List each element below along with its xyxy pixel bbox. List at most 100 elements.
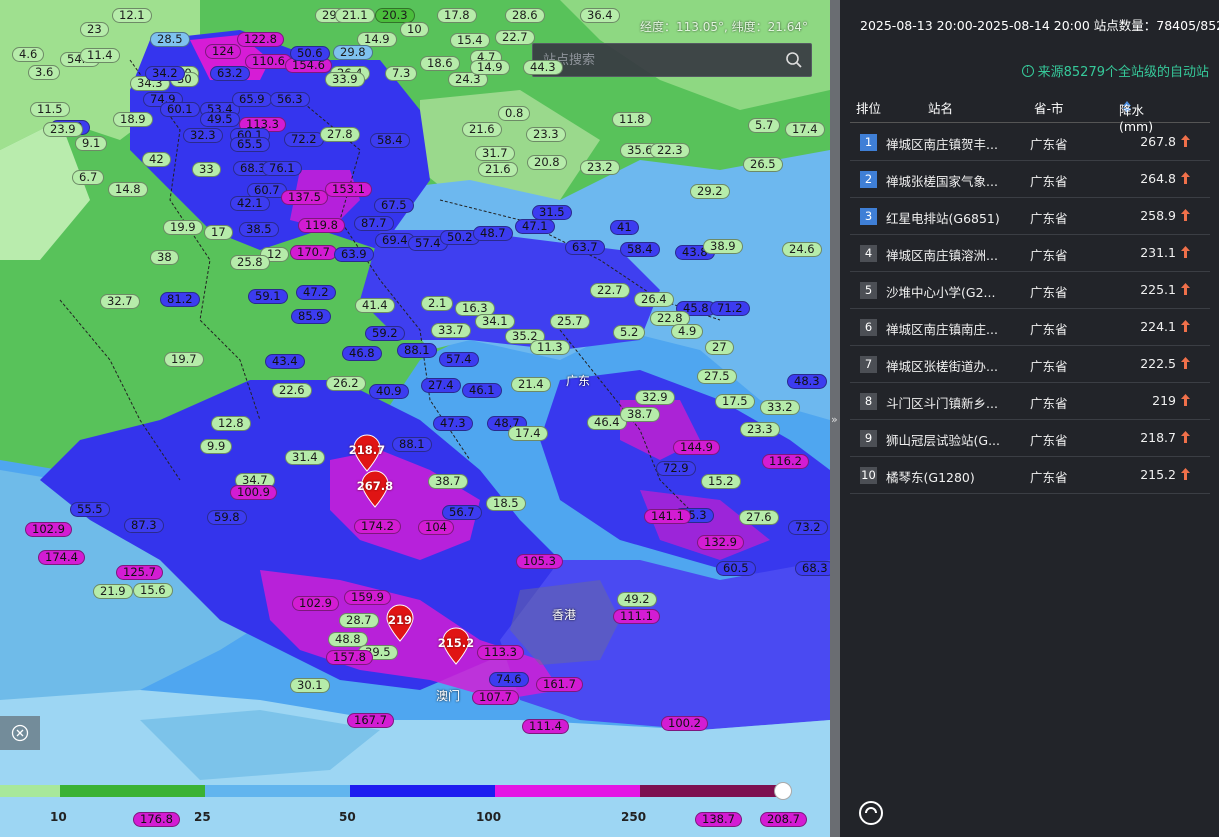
rain-pin-top[interactable]: 267.8 [357, 470, 393, 508]
col-rain[interactable]: 降水(mm) [1119, 98, 1153, 134]
station-rain-label[interactable]: 85.9 [291, 309, 331, 324]
ranking-row[interactable]: 2 禅城张槎国家气象... 广东省 264.8 [850, 161, 1210, 198]
station-rain-label[interactable]: 73.2 [788, 520, 828, 535]
station-rain-label[interactable]: 18.5 [486, 496, 526, 511]
station-rain-label[interactable]: 11.8 [612, 112, 652, 127]
station-rain-label[interactable]: 47.3 [433, 416, 473, 431]
station-rain-label[interactable]: 11.3 [530, 340, 570, 355]
station-rain-label[interactable]: 55.5 [70, 502, 110, 517]
station-rain-label[interactable]: 27 [705, 340, 734, 355]
station-rain-label[interactable]: 104 [418, 520, 454, 535]
station-rain-label[interactable]: 81.2 [160, 292, 200, 307]
station-rain-label[interactable]: 74.6 [489, 672, 529, 687]
rain-pin-top[interactable]: 218.7 [349, 434, 385, 472]
ranking-row[interactable]: 9 狮山冠层试验站(G... 广东省 218.7 [850, 420, 1210, 457]
station-rain-label[interactable]: 7.3 [385, 66, 418, 81]
station-rain-label[interactable]: 28.7 [339, 613, 379, 628]
station-rain-label[interactable]: 65.5 [230, 137, 270, 152]
station-rain-label[interactable]: 32.9 [635, 390, 675, 405]
station-rain-label[interactable]: 67.5 [374, 198, 414, 213]
station-rain-label[interactable]: 170.7 [290, 245, 337, 260]
station-rain-label[interactable]: 58.4 [370, 133, 410, 148]
station-rain-label[interactable]: 111.1 [613, 609, 660, 624]
ranking-row[interactable]: 3 红星电排站(G6851) 广东省 258.9 [850, 198, 1210, 235]
station-rain-label[interactable]: 4.9 [671, 324, 704, 339]
station-rain-label[interactable]: 116.2 [762, 454, 809, 469]
station-rain-label[interactable]: 38.5 [239, 222, 279, 237]
station-rain-label[interactable]: 137.5 [281, 190, 328, 205]
station-search-box[interactable] [532, 43, 812, 77]
station-rain-label[interactable]: 59.8 [207, 510, 247, 525]
station-rain-label[interactable]: 167.7 [347, 713, 394, 728]
station-rain-label[interactable]: 15.6 [133, 583, 173, 598]
station-rain-label[interactable]: 88.1 [392, 437, 432, 452]
station-rain-label[interactable]: 174.4 [38, 550, 85, 565]
station-rain-label[interactable]: 23.9 [43, 122, 83, 137]
station-rain-label[interactable]: 6.7 [72, 170, 105, 185]
station-rain-label[interactable]: 56.3 [270, 92, 310, 107]
station-rain-label[interactable]: 22.7 [495, 30, 535, 45]
station-rain-label[interactable]: 43.4 [265, 354, 305, 369]
station-rain-label[interactable]: 18.9 [113, 112, 153, 127]
station-rain-label[interactable]: 17.4 [508, 426, 548, 441]
station-rain-label[interactable]: 31.4 [285, 450, 325, 465]
station-rain-label[interactable]: 32.3 [183, 128, 223, 143]
station-rain-label[interactable]: 22.6 [272, 383, 312, 398]
station-rain-label[interactable]: 15.4 [450, 33, 490, 48]
rain-pin-top[interactable]: 219 [385, 604, 415, 642]
rainfall-map[interactable]: 经度：113.05°, 纬度：21.64° 12.1 29.8 21.120.3 17… [0, 0, 830, 837]
station-rain-label[interactable]: 153.1 [325, 182, 372, 197]
station-rain-label[interactable]: 68.3 [795, 561, 830, 576]
station-rain-label[interactable]: 124 [205, 44, 241, 59]
station-rain-label[interactable]: 71.2 [710, 301, 750, 316]
station-rain-label[interactable]: 44.3 [523, 60, 563, 75]
station-rain-label[interactable]: 59.1 [248, 289, 288, 304]
station-rain-label[interactable]: 38.7 [428, 474, 468, 489]
station-rain-label[interactable]: 161.7 [536, 677, 583, 692]
station-rain-label[interactable]: 159.9 [344, 590, 391, 605]
station-rain-label[interactable]: 40.9 [369, 384, 409, 399]
station-rain-label[interactable]: 19.7 [164, 352, 204, 367]
station-rain-label[interactable]: 58.4 [620, 242, 660, 257]
station-rain-label[interactable]: 27.8 [320, 127, 360, 142]
station-rain-label[interactable]: 141.1 [644, 509, 691, 524]
station-rain-label[interactable]: 9.1 [75, 136, 108, 151]
station-rain-label[interactable]: 19.9 [163, 220, 203, 235]
station-rain-label[interactable]: 12.1 [112, 8, 152, 23]
station-rain-label[interactable]: 105.3 [516, 554, 563, 569]
station-rain-label[interactable]: 174.2 [354, 519, 401, 534]
close-layer-button[interactable] [0, 716, 40, 750]
station-rain-label[interactable]: 100.2 [661, 716, 708, 731]
station-rain-label[interactable]: 10 [400, 22, 429, 37]
station-rain-label[interactable]: 63.2 [210, 66, 250, 81]
station-rain-label[interactable]: 87.7 [354, 216, 394, 231]
station-rain-label[interactable]: 42 [142, 152, 171, 167]
station-rain-label[interactable]: 25.7 [550, 314, 590, 329]
station-rain-label[interactable]: 157.8 [326, 650, 373, 665]
station-rain-label[interactable]: 72.2 [284, 132, 324, 147]
station-rain-label[interactable]: 24.6 [782, 242, 822, 257]
station-rain-label[interactable]: 22.7 [590, 283, 630, 298]
station-rain-label[interactable]: 29.8 [333, 45, 373, 60]
station-rain-label[interactable]: 30.1 [290, 678, 330, 693]
station-rain-label[interactable]: 107.7 [472, 690, 519, 705]
ranking-row[interactable]: 8 斗门区斗门镇新乡... 广东省 219 [850, 383, 1210, 420]
station-rain-label[interactable]: 29.2 [690, 184, 730, 199]
station-rain-label[interactable]: 23.3 [526, 127, 566, 142]
station-rain-label[interactable]: 5.2 [613, 325, 646, 340]
station-rain-label[interactable]: 17 [204, 225, 233, 240]
station-rain-label[interactable]: 144.9 [673, 440, 720, 455]
station-rain-label[interactable]: 25.8 [230, 255, 270, 270]
station-rain-label[interactable]: 27.6 [739, 510, 779, 525]
station-rain-label[interactable]: 11.5 [30, 102, 70, 117]
station-rain-label[interactable]: 2.1 [421, 296, 454, 311]
station-rain-label[interactable]: 72.9 [656, 461, 696, 476]
station-rain-label[interactable]: 36.4 [580, 8, 620, 23]
station-rain-label[interactable]: 23.3 [740, 422, 780, 437]
panel-divider[interactable]: » [830, 0, 840, 837]
station-rain-label[interactable]: 11.4 [80, 48, 120, 63]
ranking-row[interactable]: 7 禅城区张槎街道办... 广东省 222.5 [850, 346, 1210, 383]
station-rain-label[interactable]: 34.2 [145, 66, 185, 81]
ranking-row[interactable]: 4 禅城区南庄镇溶洲... 广东省 231.1 [850, 235, 1210, 272]
ranking-row[interactable]: 10 橘琴东(G1280) 广东省 215.2 [850, 457, 1210, 494]
